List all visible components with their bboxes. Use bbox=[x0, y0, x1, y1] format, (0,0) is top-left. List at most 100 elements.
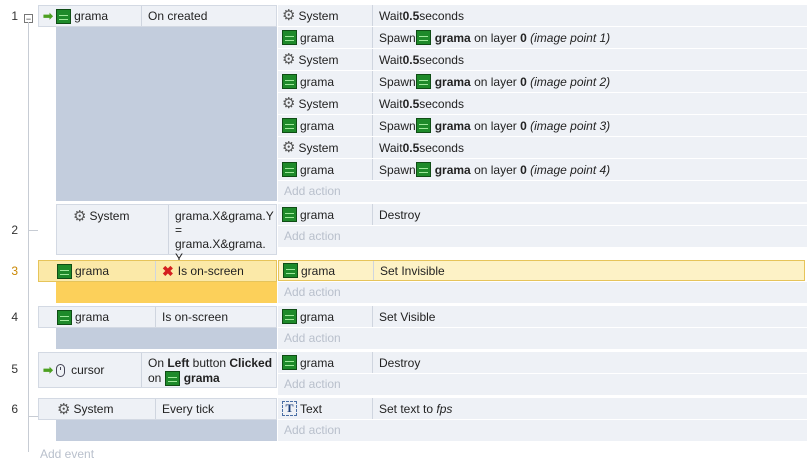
condition-object: grama bbox=[75, 310, 110, 324]
event-number: 3 bbox=[11, 264, 18, 278]
gear-icon: ⚙ bbox=[282, 7, 296, 24]
action-object: grama bbox=[300, 162, 335, 177]
action-text: Set text to fps bbox=[372, 398, 452, 419]
action-row[interactable]: ⚙ System Wait 0.5 seconds bbox=[278, 5, 807, 27]
event-condition-row[interactable]: grama Is on-screen bbox=[38, 306, 277, 328]
add-action-link[interactable]: Add action bbox=[278, 226, 807, 247]
condition-filler bbox=[56, 27, 277, 201]
text-object-icon: T bbox=[282, 401, 297, 416]
gear-icon: ⚙ bbox=[73, 208, 87, 225]
action-object: grama bbox=[300, 355, 335, 370]
action-text: Spawn grama on layer 0 (image point 1) bbox=[372, 27, 610, 48]
event-condition-row[interactable]: ⚙ System Every tick bbox=[38, 398, 277, 420]
add-action-link[interactable]: Add action bbox=[278, 181, 807, 202]
grama-sprite-icon bbox=[415, 118, 431, 133]
action-object: grama bbox=[300, 74, 335, 89]
action-row[interactable]: grama Spawn grama on layer 0 (image poin… bbox=[278, 159, 807, 181]
grama-sprite-icon bbox=[282, 207, 297, 222]
add-event-link[interactable]: Add event bbox=[40, 447, 94, 461]
action-text: Spawn grama on layer 0 (image point 4) bbox=[372, 159, 610, 180]
action-object: grama bbox=[300, 309, 335, 324]
action-row[interactable]: T Text Set text to fps bbox=[278, 398, 807, 420]
action-text: Destroy bbox=[372, 352, 420, 373]
add-action-link[interactable]: Add action bbox=[278, 420, 807, 441]
action-row[interactable]: ⚙ System Wait 0.5 seconds bbox=[278, 93, 807, 115]
action-text: Wait 0.5 seconds bbox=[372, 93, 464, 114]
action-text: Spawn grama on layer 0 (image point 3) bbox=[372, 115, 610, 136]
condition-filler bbox=[56, 420, 277, 441]
action-object: System bbox=[298, 140, 339, 155]
action-text: Wait 0.5 seconds bbox=[372, 137, 464, 158]
action-text: Spawn grama on layer 0 (image point 2) bbox=[372, 71, 610, 92]
action-row[interactable]: ⚙ System Wait 0.5 seconds bbox=[278, 137, 807, 159]
condition-object: grama bbox=[75, 264, 110, 278]
action-row[interactable]: grama Spawn grama on layer 0 (image poin… bbox=[278, 115, 807, 137]
action-text: Set Visible bbox=[372, 306, 435, 327]
condition-text: On created bbox=[141, 6, 207, 26]
tree-branch bbox=[28, 230, 38, 231]
condition-object: System bbox=[89, 209, 130, 223]
action-object: System bbox=[298, 52, 339, 67]
event-number: 4 bbox=[11, 310, 18, 324]
grama-sprite-icon bbox=[56, 8, 72, 24]
event-condition-row[interactable]: ⚙ System grama.X&grama.Y = grama.X&grama… bbox=[56, 204, 277, 265]
mouse-icon bbox=[56, 363, 66, 377]
tree-branch bbox=[28, 416, 38, 417]
grama-sprite-icon bbox=[282, 118, 297, 133]
action-row[interactable]: grama Set Visible bbox=[278, 306, 807, 328]
condition-filler bbox=[56, 282, 277, 303]
event-number: 5 bbox=[11, 362, 18, 376]
action-object: System bbox=[298, 8, 339, 23]
grama-sprite-icon bbox=[282, 162, 297, 177]
gear-icon: ⚙ bbox=[282, 51, 296, 68]
condition-object: System bbox=[73, 402, 114, 416]
grama-sprite-icon bbox=[57, 263, 72, 279]
action-text: Destroy bbox=[372, 204, 420, 225]
tree-line bbox=[28, 22, 29, 452]
green-arrow-icon: ➡ bbox=[43, 363, 54, 377]
add-action-link[interactable]: Add action bbox=[278, 282, 807, 303]
action-object: grama bbox=[300, 118, 335, 133]
action-row[interactable]: grama Destroy bbox=[278, 204, 807, 226]
add-action-link[interactable]: Add action bbox=[278, 374, 807, 395]
grama-sprite-icon bbox=[415, 74, 431, 89]
action-object: grama bbox=[300, 30, 335, 45]
event-condition-row[interactable]: grama ✖ Is on-screen bbox=[38, 260, 277, 282]
action-object: Text bbox=[300, 401, 323, 416]
action-row[interactable]: grama Spawn grama on layer 0 (image poin… bbox=[278, 71, 807, 93]
action-object: System bbox=[298, 96, 339, 111]
grama-sprite-icon bbox=[164, 371, 180, 386]
grama-sprite-icon bbox=[282, 309, 297, 324]
gear-icon: ⚙ bbox=[282, 139, 296, 156]
action-row[interactable]: grama Set Invisible bbox=[278, 260, 805, 281]
grama-sprite-icon bbox=[282, 74, 297, 89]
condition-text: grama.X&grama.Y = grama.X&grama. Y bbox=[167, 205, 276, 265]
condition-text: ✖ Is on-screen bbox=[155, 261, 244, 281]
grama-sprite-icon bbox=[415, 30, 431, 45]
grama-sprite-icon bbox=[282, 30, 297, 45]
gear-icon: ⚙ bbox=[282, 95, 296, 112]
event-number: 1 bbox=[11, 9, 18, 23]
condition-filler bbox=[56, 328, 277, 349]
action-object: grama bbox=[300, 207, 335, 222]
red-x-icon: ✖ bbox=[162, 262, 174, 279]
grama-sprite-icon bbox=[282, 355, 297, 370]
action-row[interactable]: ⚙ System Wait 0.5 seconds bbox=[278, 49, 807, 71]
green-arrow-icon: ➡ bbox=[43, 9, 54, 23]
condition-object: grama bbox=[74, 9, 109, 23]
condition-object: cursor bbox=[71, 363, 105, 377]
event-condition-row[interactable]: ➡ cursor On Left button Clicked on grama bbox=[38, 352, 277, 388]
event-number: 2 bbox=[11, 223, 18, 237]
event-condition-row[interactable]: ➡ grama On created bbox=[38, 5, 277, 27]
grama-sprite-icon bbox=[415, 162, 431, 177]
add-action-link[interactable]: Add action bbox=[278, 328, 807, 349]
condition-text: On Left button Clicked on grama bbox=[141, 353, 272, 387]
grama-sprite-icon bbox=[283, 263, 298, 278]
event-number: 6 bbox=[11, 402, 18, 416]
action-row[interactable]: grama Spawn grama on layer 0 (image poin… bbox=[278, 27, 807, 49]
action-row[interactable]: grama Destroy bbox=[278, 352, 807, 374]
gear-icon: ⚙ bbox=[57, 400, 71, 418]
condition-text: Is on-screen bbox=[155, 307, 228, 327]
action-text: Wait 0.5 seconds bbox=[372, 49, 464, 70]
action-object: grama bbox=[301, 263, 336, 278]
